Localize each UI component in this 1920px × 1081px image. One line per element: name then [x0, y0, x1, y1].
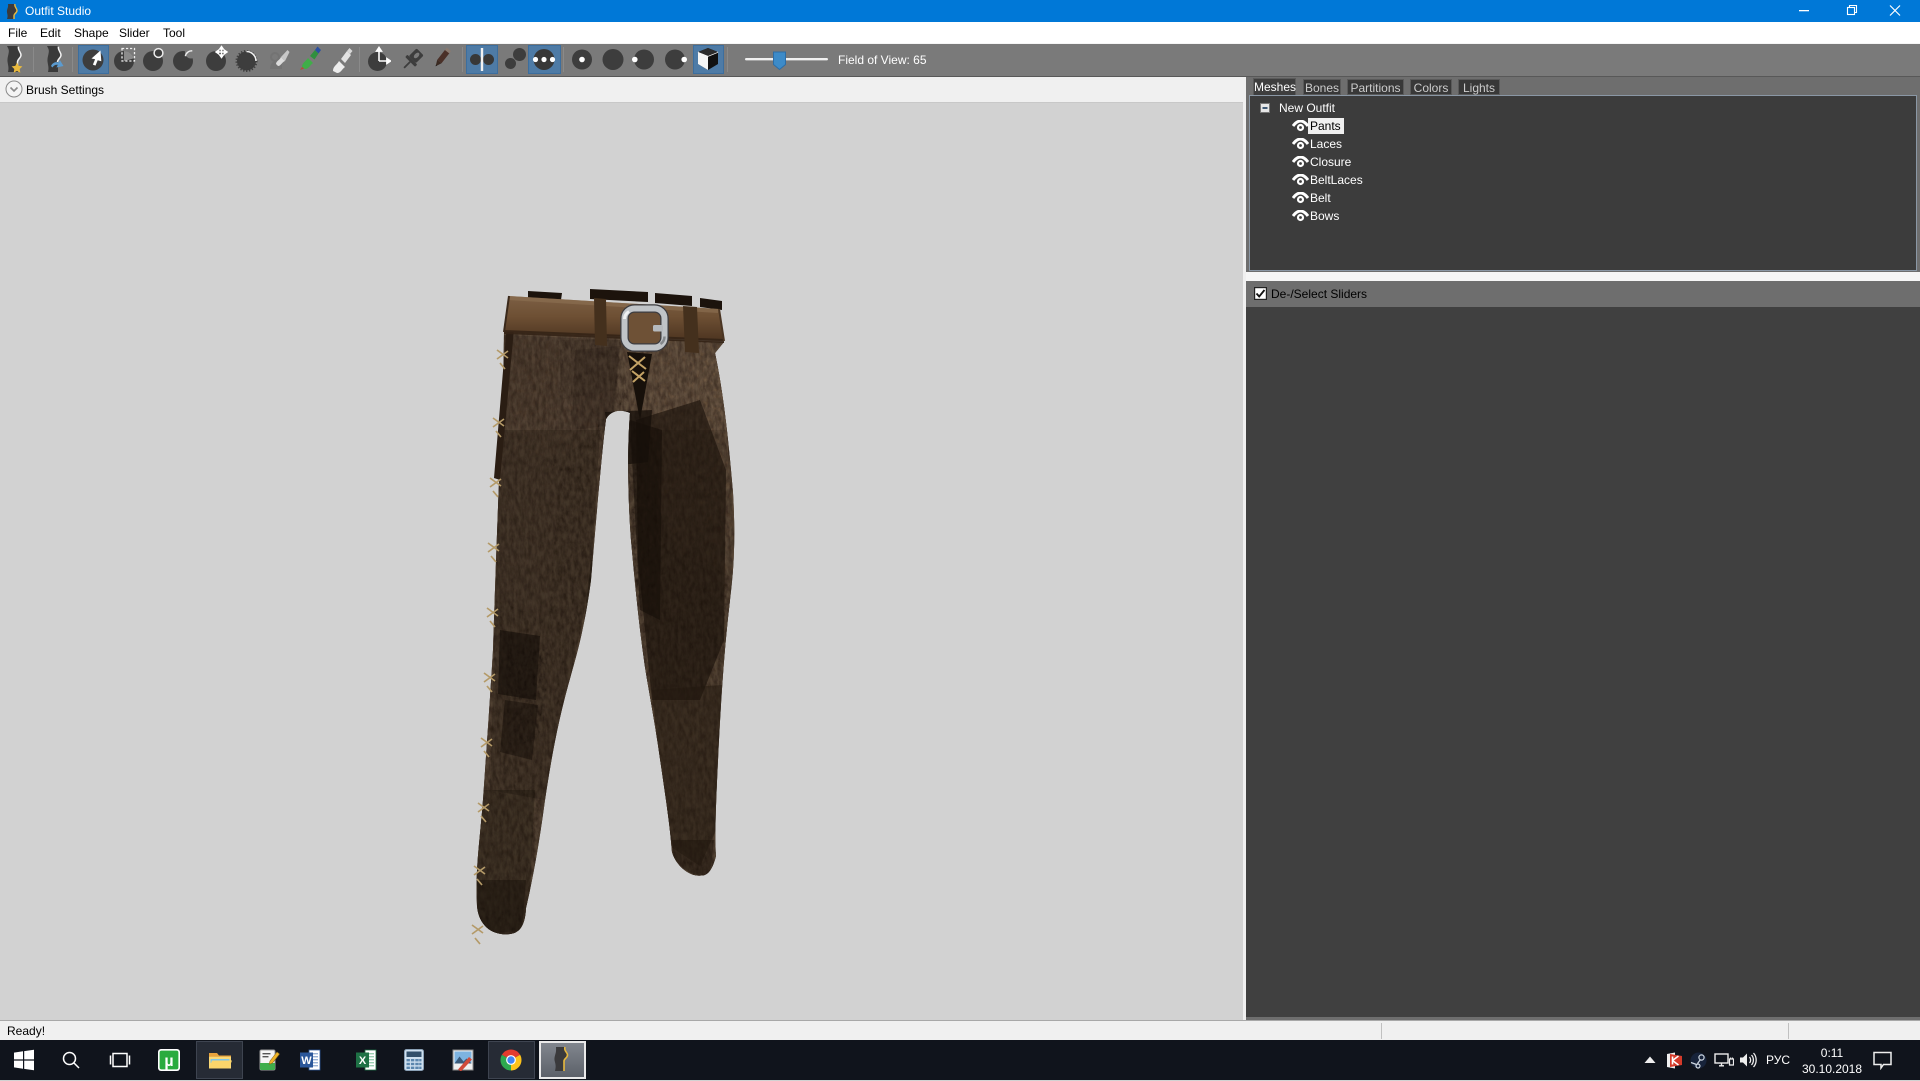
svg-text:µ: µ [164, 1053, 173, 1070]
svg-text:W: W [301, 1055, 312, 1067]
svg-text:X: X [359, 1055, 367, 1067]
